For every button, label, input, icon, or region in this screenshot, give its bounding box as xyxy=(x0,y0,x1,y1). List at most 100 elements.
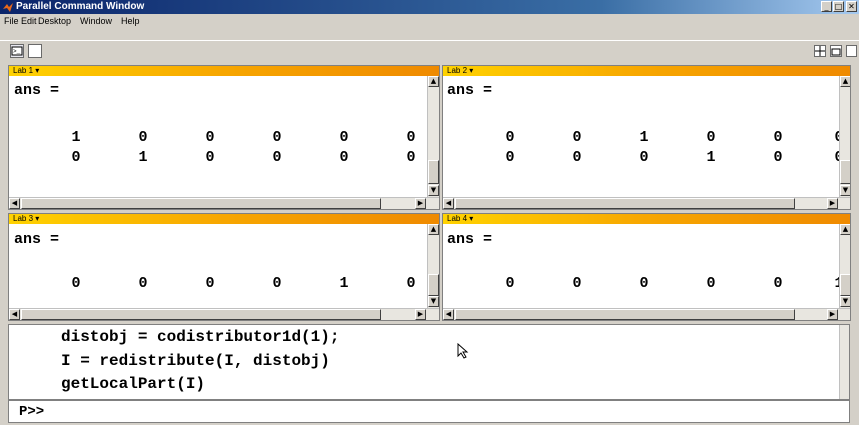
vertical-scrollbar[interactable]: ▲ ▼ xyxy=(839,76,850,197)
matrix-cell: 0 xyxy=(572,129,582,146)
scroll-left-icon[interactable]: ◀ xyxy=(9,309,20,320)
matrix-cell: 0 xyxy=(138,129,148,146)
menu-desktop[interactable]: Desktop xyxy=(38,14,71,28)
mouse-cursor-icon xyxy=(457,343,469,359)
scroll-right-icon[interactable]: ▶ xyxy=(827,198,838,209)
menu-edit[interactable]: Edit xyxy=(21,14,37,28)
matrix-cell: 0 xyxy=(572,149,582,166)
command-line: I = redistribute(I, distobj) xyxy=(61,352,330,370)
ans-label: ans = xyxy=(447,231,493,248)
horizontal-scrollbar[interactable]: ◀ ▶ xyxy=(443,197,850,209)
scroll-up-icon[interactable]: ▲ xyxy=(840,224,850,235)
matrix-cell: 0 xyxy=(205,129,215,146)
scroll-left-icon[interactable]: ◀ xyxy=(9,198,20,209)
matrix-cell: 0 xyxy=(272,275,282,292)
matrix-cell: 0 xyxy=(406,129,416,146)
single-layout-icon[interactable] xyxy=(846,45,857,57)
horizontal-scrollbar[interactable]: ◀ ▶ xyxy=(443,308,850,320)
matrix-cell: 1 xyxy=(138,149,148,166)
menu-file[interactable]: File xyxy=(4,14,19,28)
matrix-cell: 0 xyxy=(406,275,416,292)
blank-document-icon[interactable] xyxy=(28,44,42,58)
matrix-cell: 0 xyxy=(505,275,515,292)
scroll-thumb[interactable] xyxy=(455,198,795,209)
scroll-thumb[interactable] xyxy=(428,160,439,184)
svg-text:>_: >_ xyxy=(13,48,21,55)
scroll-down-icon[interactable]: ▼ xyxy=(840,185,850,196)
scroll-left-icon[interactable]: ◀ xyxy=(443,198,454,209)
vertical-scrollbar[interactable] xyxy=(839,325,849,399)
scroll-right-icon[interactable]: ▶ xyxy=(827,309,838,320)
matrix-cell: 1 xyxy=(639,129,649,146)
title-bar: Parallel Command Window _ □ ✕ xyxy=(0,0,859,14)
close-button[interactable]: ✕ xyxy=(846,1,857,12)
menu-window[interactable]: Window xyxy=(80,14,112,28)
matrix-cell: 0 xyxy=(339,129,349,146)
window-title: Parallel Command Window xyxy=(16,1,145,12)
matrix-cell: 0 xyxy=(706,129,716,146)
lab-label[interactable]: Lab 3 ▾ xyxy=(13,214,39,224)
lab-label[interactable]: Lab 2 ▾ xyxy=(447,66,473,76)
lab-header: Lab 4 ▾ xyxy=(443,214,850,224)
matrix-cell: 1 xyxy=(706,149,716,166)
float-layout-icon[interactable] xyxy=(830,45,842,57)
lab-label[interactable]: Lab 4 ▾ xyxy=(447,214,473,224)
lab-label[interactable]: Lab 1 ▾ xyxy=(13,66,39,76)
scroll-thumb[interactable] xyxy=(428,274,439,296)
command-line: distobj = codistributor1d(1); xyxy=(61,328,340,346)
matrix-cell: 0 xyxy=(639,149,649,166)
command-prompt-area[interactable]: P>> xyxy=(8,400,850,423)
matrix-cell: 0 xyxy=(639,275,649,292)
command-history[interactable]: distobj = codistributor1d(1); I = redist… xyxy=(8,324,850,400)
ans-label: ans = xyxy=(447,82,493,99)
command-prompt[interactable]: P>> xyxy=(19,404,44,420)
matrix-cell: 0 xyxy=(272,129,282,146)
scroll-thumb[interactable] xyxy=(840,274,850,296)
matrix-cell: 0 xyxy=(505,149,515,166)
matrix-cell: 0 xyxy=(339,149,349,166)
matrix-cell: 1 xyxy=(71,129,81,146)
matrix-cell: 0 xyxy=(71,275,81,292)
minimize-button[interactable]: _ xyxy=(821,1,832,12)
horizontal-scrollbar[interactable]: ◀ ▶ xyxy=(9,308,439,320)
menu-bar: File Edit Desktop Window Help xyxy=(0,14,859,28)
matrix-cell: 0 xyxy=(773,149,783,166)
vertical-scrollbar[interactable]: ▲ ▼ xyxy=(427,76,439,197)
vertical-scrollbar[interactable]: ▲ ▼ xyxy=(427,224,439,308)
menu-help[interactable]: Help xyxy=(121,14,140,28)
scroll-thumb[interactable] xyxy=(21,309,381,320)
lab-header: Lab 2 ▾ xyxy=(443,66,850,76)
matlab-icon xyxy=(3,3,13,12)
scroll-thumb[interactable] xyxy=(455,309,795,320)
scroll-down-icon[interactable]: ▼ xyxy=(428,185,439,196)
scroll-down-icon[interactable]: ▼ xyxy=(840,296,850,307)
matrix-cell: 0 xyxy=(505,129,515,146)
scroll-left-icon[interactable]: ◀ xyxy=(443,309,454,320)
maximize-button[interactable]: □ xyxy=(833,1,844,12)
lab-header: Lab 3 ▾ xyxy=(9,214,439,224)
matrix-cell: 0 xyxy=(773,275,783,292)
lab-pane-4: Lab 4 ▾ ans = 0 0 0 0 0 1 ▲ ▼ ◀ ▶ xyxy=(442,213,851,321)
scroll-up-icon[interactable]: ▲ xyxy=(428,76,439,87)
toolbar: >_ xyxy=(0,40,859,62)
scroll-up-icon[interactable]: ▲ xyxy=(428,224,439,235)
matrix-cell: 0 xyxy=(272,149,282,166)
tile-layout-icon[interactable] xyxy=(814,45,826,57)
lab-pane-3: Lab 3 ▾ ans = 0 0 0 0 1 0 ▲ ▼ ◀ ▶ xyxy=(8,213,440,321)
scroll-right-icon[interactable]: ▶ xyxy=(415,309,426,320)
scroll-down-icon[interactable]: ▼ xyxy=(428,296,439,307)
matrix-cell: 0 xyxy=(572,275,582,292)
lab-pane-2: Lab 2 ▾ ans = 0 0 1 0 0 0 0 0 0 1 0 0 ▲ … xyxy=(442,65,851,210)
matrix-cell: 0 xyxy=(71,149,81,166)
scroll-up-icon[interactable]: ▲ xyxy=(840,76,850,87)
scroll-right-icon[interactable]: ▶ xyxy=(415,198,426,209)
command-line: getLocalPart(I) xyxy=(61,375,206,393)
matrix-cell: 1 xyxy=(339,275,349,292)
matrix-cell: 0 xyxy=(406,149,416,166)
matrix-cell: 0 xyxy=(706,275,716,292)
command-window-icon[interactable]: >_ xyxy=(10,44,24,58)
scroll-thumb[interactable] xyxy=(840,160,850,184)
horizontal-scrollbar[interactable]: ◀ ▶ xyxy=(9,197,439,209)
scroll-thumb[interactable] xyxy=(21,198,381,209)
vertical-scrollbar[interactable]: ▲ ▼ xyxy=(839,224,850,308)
